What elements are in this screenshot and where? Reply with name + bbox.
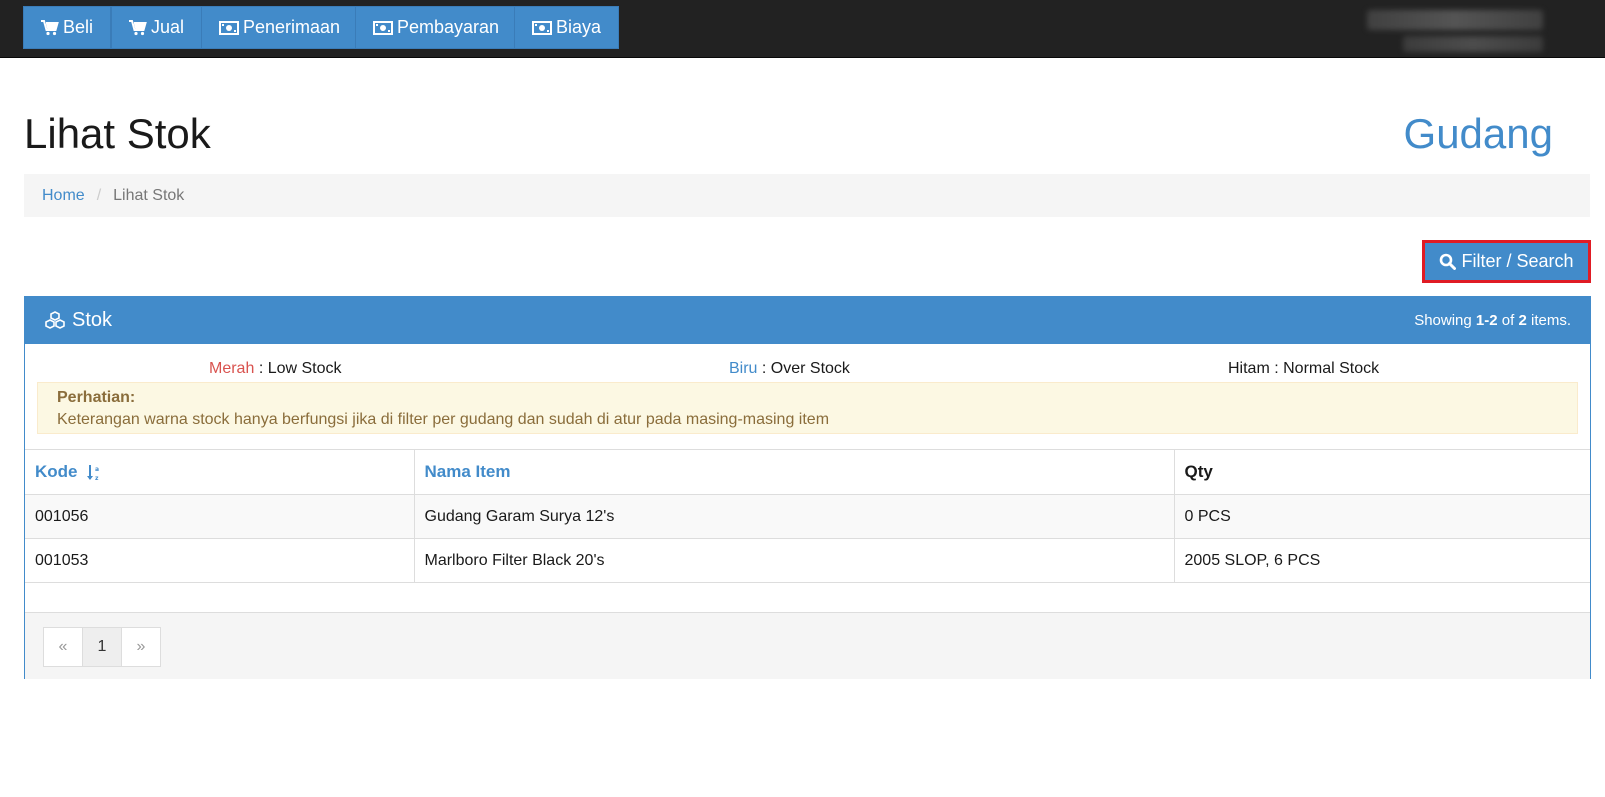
stock-table: Kode az Nama Item Qty 001056 Gudang Gara… [25,449,1590,583]
shopping-cart-icon [129,19,147,36]
cell-qty: 0 PCS [1173,494,1590,539]
nav-item-label: Pembayaran [397,17,500,37]
nav-item-label: Jual [151,17,185,37]
legend-black-text: : Normal Stock [1274,360,1380,377]
summary-of: of [1501,312,1515,329]
pagination: « 1 » [43,627,161,667]
legend-red-label: Merah [209,360,255,377]
summary-suffix: items. [1530,312,1571,329]
page-title: Lihat Stok [24,110,211,157]
cell-kode: 001056 [25,494,415,539]
legend-normal-stock: Hitam : Normal Stock [1228,360,1379,378]
legend-low-stock: Merah : Low Stock [209,360,342,378]
table-row: 001053 Marlboro Filter Black 20's 2005 S… [25,538,1590,583]
legend-blue-text: : Over Stock [761,360,850,377]
pagination-next[interactable]: » [121,627,161,667]
cell-qty: 2005 SLOP, 6 PCS [1173,538,1590,583]
nav-item-label: Biaya [556,17,602,37]
svg-text:z: z [95,475,99,482]
legend-over-stock: Biru : Over Stock [729,360,850,378]
user-info-blurred[interactable] [1367,10,1543,52]
table-header-row: Kode az Nama Item Qty [25,449,1590,495]
filter-search-button[interactable]: Filter / Search [1422,240,1591,283]
summary-total: 2 [1518,312,1527,329]
panel-title: Stok [44,309,112,332]
panel-footer: « 1 » [25,612,1590,679]
alert-title: Perhatian: [57,389,136,406]
cell-nama-item: Marlboro Filter Black 20's [413,538,1175,583]
breadcrumb-separator: / [96,186,102,204]
summary-prefix: Showing [1414,312,1472,329]
breadcrumb-home-link[interactable]: Home [42,187,85,205]
warning-alert: Perhatian: Keterangan warna stock hanya … [37,382,1578,434]
panel-title-text: Stok [72,309,113,331]
top-navbar: Beli Jual Penerimaan Pembayaran Biaya [0,0,1605,58]
shopping-cart-icon [41,19,59,36]
nav-item-label: Penerimaan [243,17,341,37]
legend-black-label: Hitam [1228,360,1270,377]
filter-search-label: Filter / Search [1461,251,1574,271]
nav-biaya-button[interactable]: Biaya [514,6,620,49]
sort-ascending-icon: az [87,464,101,482]
money-icon [532,20,552,35]
alert-message: Keterangan warna stock hanya berfungsi j… [57,411,830,428]
column-header-qty: Qty [1173,449,1590,495]
money-icon [373,20,393,35]
nav-item-label: Beli [63,17,94,37]
column-header-nama-item[interactable]: Nama Item [413,449,1175,495]
breadcrumb: Home / Lihat Stok [24,174,1590,217]
items-summary: Showing 1-2 of 2 items. [1414,312,1571,329]
stock-panel: Stok Showing 1-2 of 2 items. Merah : Low… [24,296,1591,679]
legend-red-text: : Low Stock [258,360,342,377]
search-icon [1439,253,1457,270]
pagination-page-1[interactable]: 1 [82,627,122,667]
panel-header: Stok Showing 1-2 of 2 items. [25,297,1590,344]
svg-text:a: a [95,466,99,473]
money-icon [219,20,239,35]
nav-beli-button[interactable]: Beli [23,6,112,49]
summary-range: 1-2 [1475,312,1498,329]
nav-pembayaran-button[interactable]: Pembayaran [355,6,518,49]
column-header-kode[interactable]: Kode az [25,449,415,495]
table-row: 001056 Gudang Garam Surya 12's 0 PCS [25,494,1590,539]
column-header-label: Kode [35,462,78,481]
cell-kode: 001053 [25,538,415,583]
cell-nama-item: Gudang Garam Surya 12's [413,494,1175,539]
breadcrumb-current: Lihat Stok [113,186,185,204]
legend-blue-label: Biru [729,360,758,377]
pagination-prev[interactable]: « [43,627,83,667]
nav-penerimaan-button[interactable]: Penerimaan [201,6,359,49]
section-title: Gudang [1403,110,1553,157]
cubes-icon [44,310,66,331]
nav-jual-button[interactable]: Jual [111,6,203,49]
